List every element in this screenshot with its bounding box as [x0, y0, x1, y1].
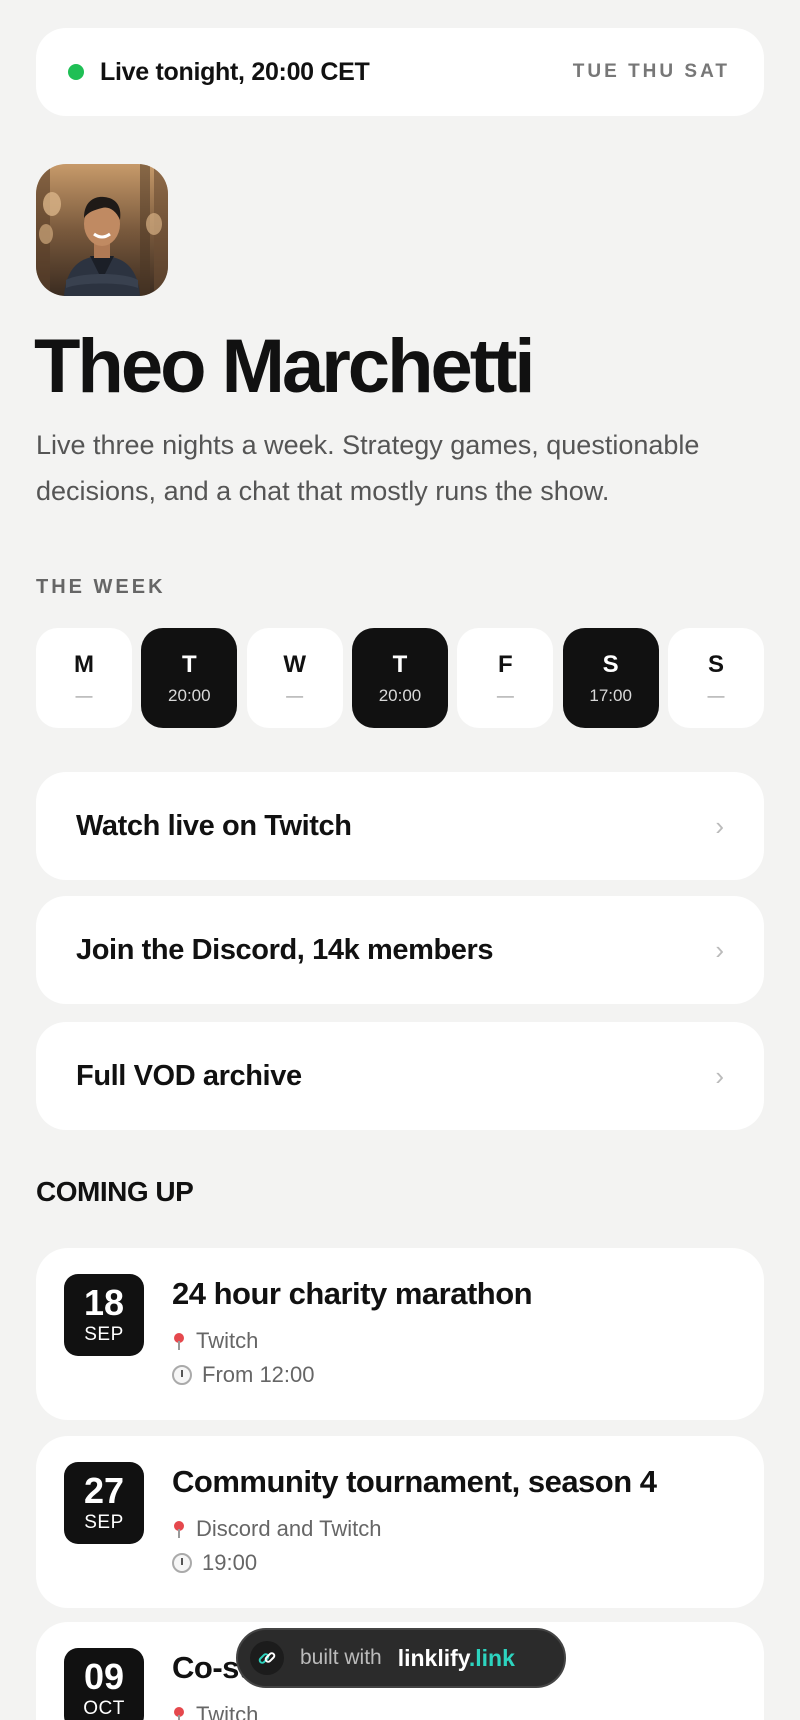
live-status-text: Live tonight, 20:00 CET	[100, 57, 370, 86]
event-card[interactable]: 27 SEP Community tournament, season 4 Di…	[36, 1436, 764, 1608]
event-month: SEP	[84, 1324, 124, 1345]
live-indicator-dot	[68, 64, 84, 80]
day-time: 17:00	[589, 686, 632, 705]
badge-brand-wrap: linklify.link	[398, 1645, 515, 1672]
event-title: Community tournament, season 4	[172, 1464, 657, 1499]
coming-up-heading: COMING UP	[36, 1176, 194, 1207]
avatar	[36, 164, 168, 296]
event-location-text: Twitch	[196, 1702, 259, 1720]
day-friday: F —	[457, 628, 554, 728]
event-day: 09	[83, 1656, 125, 1697]
location-pin-icon	[174, 1333, 184, 1350]
day-time: 20:00	[378, 686, 422, 705]
day-letter: T	[392, 651, 408, 678]
event-month: OCT	[83, 1698, 125, 1719]
event-time: From 12:00	[172, 1362, 315, 1388]
event-day: 18	[83, 1282, 125, 1323]
event-location-text: Twitch	[196, 1328, 259, 1353]
profile-page: Live tonight, 20:00 CET TUE THU SAT Theo…	[0, 0, 800, 1720]
link-label: Full VOD archive	[76, 1059, 302, 1092]
event-date: 27 SEP	[64, 1462, 144, 1544]
clock-icon	[172, 1553, 192, 1573]
location-pin-icon	[174, 1707, 184, 1720]
day-tuesday: T 20:00	[141, 628, 238, 728]
week-schedule: M — T 20:00 W — T 20:00 F — S 17:00 S —	[36, 628, 764, 728]
profile-name: Theo Marchetti	[34, 324, 535, 409]
day-letter: F	[497, 651, 513, 678]
week-heading: THE WEEK	[36, 576, 166, 598]
day-time: —	[75, 686, 93, 705]
link-discord[interactable]: Join the Discord, 14k members ›	[36, 896, 764, 1004]
event-card[interactable]: 18 SEP 24 hour charity marathon Twitch F…	[36, 1248, 764, 1420]
live-status-bar: Live tonight, 20:00 CET TUE THU SAT	[36, 28, 764, 116]
day-letter: M	[74, 651, 94, 678]
link-label: Join the Discord, 14k members	[76, 933, 494, 966]
day-saturday: S 17:00	[562, 628, 659, 728]
day-monday: M —	[36, 628, 132, 728]
badge-prefix: built with	[300, 1646, 382, 1669]
profile-bio: Live three nights a week. Strategy games…	[36, 430, 700, 506]
day-time: —	[286, 686, 304, 705]
event-date: 18 SEP	[64, 1274, 144, 1356]
link-vod-archive[interactable]: Full VOD archive ›	[36, 1022, 764, 1130]
avatar-photo	[36, 164, 168, 296]
day-letter: T	[181, 651, 197, 678]
link-label: Watch live on Twitch	[76, 809, 352, 842]
live-status: Live tonight, 20:00 CET	[68, 58, 370, 87]
event-location: Twitch	[172, 1328, 258, 1354]
clock-icon	[172, 1365, 192, 1385]
day-thursday: T 20:00	[351, 628, 448, 728]
event-location: Twitch	[172, 1702, 258, 1720]
chevron-right-icon: ›	[715, 1060, 724, 1091]
chevron-right-icon: ›	[715, 810, 724, 841]
event-day: 27	[83, 1470, 125, 1511]
day-letter: S	[602, 651, 619, 678]
event-date: 09 OCT	[64, 1648, 144, 1720]
link-icon	[250, 1641, 284, 1675]
stream-days: TUE THU SAT	[572, 61, 730, 82]
badge-brand: linklify	[397, 1644, 469, 1671]
event-month: SEP	[84, 1512, 124, 1533]
event-time-text: From 12:00	[202, 1362, 315, 1387]
event-time: 19:00	[172, 1550, 257, 1576]
day-letter: S	[707, 651, 724, 678]
day-time: —	[496, 686, 514, 705]
day-wednesday: W —	[246, 628, 343, 728]
event-title: 24 hour charity marathon	[172, 1276, 533, 1311]
day-letter: W	[283, 651, 306, 678]
chevron-right-icon: ›	[715, 934, 724, 965]
event-time-text: 19:00	[202, 1550, 258, 1575]
event-location-text: Discord and Twitch	[196, 1516, 382, 1541]
link-twitch[interactable]: Watch live on Twitch ›	[36, 772, 764, 880]
built-with-badge[interactable]: built with linklify.link	[236, 1628, 566, 1688]
badge-tld: .link	[468, 1644, 515, 1671]
day-time: —	[707, 686, 725, 705]
day-time: 20:00	[168, 686, 211, 705]
day-sunday: S —	[667, 628, 764, 728]
event-location: Discord and Twitch	[172, 1516, 381, 1542]
location-pin-icon	[174, 1521, 184, 1538]
